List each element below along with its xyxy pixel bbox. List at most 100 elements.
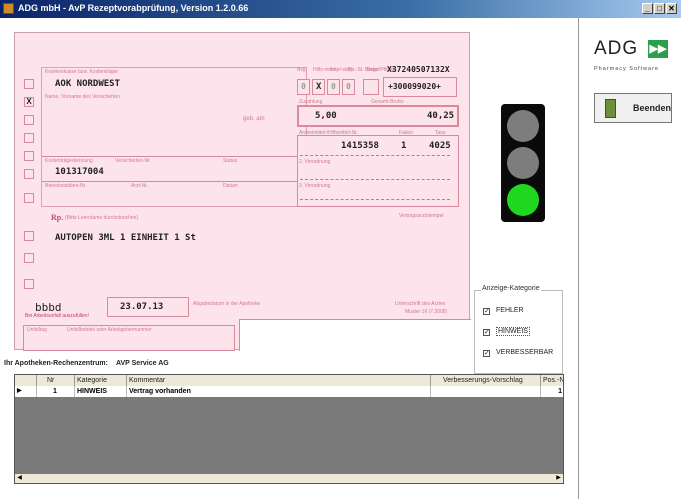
mark-box-2: X <box>312 79 325 95</box>
mark-3: 0 <box>331 82 336 91</box>
prescription-form: X Krankenkasse bzw. Kostenträger AOK NOR… <box>14 32 471 351</box>
app-icon <box>3 3 14 14</box>
maximize-button[interactable]: □ <box>654 3 665 14</box>
arbeitgeber-label: Unfallbetrieb oder Arbeitgebernummer <box>67 327 152 333</box>
medication: AUTOPEN 3ML 1 EINHEIT 1 St <box>55 233 196 243</box>
col-pos[interactable]: Pos.-Nr <box>541 375 563 386</box>
label-verbesserbar: VERBESSERBAR <box>496 349 554 356</box>
side-box-7 <box>24 193 34 203</box>
pzn-value: 1415358 <box>341 141 379 151</box>
rechenzentrum: Ihr Apotheken-Rechenzentrum: AVP Service… <box>4 360 169 367</box>
gross-value: 5,00 <box>315 111 337 121</box>
grid-header: Nr Kategorie Kommentar Verbesserungs-Vor… <box>15 375 563 386</box>
side-box-x: X <box>24 97 34 107</box>
mark-box-1: 0 <box>297 79 310 95</box>
col-marker <box>15 375 37 386</box>
scroll-right-icon[interactable]: ▶ <box>554 474 563 483</box>
lamp-bottom <box>507 184 539 216</box>
lanr-label: Arzt-Nr. <box>131 183 148 189</box>
minimize-button[interactable]: _ <box>642 3 653 14</box>
cell-kommentar: Vertrag vorhanden <box>127 386 431 397</box>
filter-verbesserbar[interactable]: ✓ VERBESSERBAR <box>483 349 553 357</box>
mark-4: 0 <box>346 82 351 91</box>
insurer-label: Krankenkasse bzw. Kostenträger <box>45 69 119 75</box>
stamp-label: Vertragsarztstempel <box>399 213 444 219</box>
rechenzentrum-value: AVP Service AG <box>115 360 169 367</box>
cell-nr: 1 <box>37 386 75 397</box>
rechenzentrum-label: Ihr Apotheken-Rechenzentrum: <box>4 360 108 367</box>
mark-box-4: 0 <box>342 79 355 95</box>
divider <box>42 156 306 157</box>
unterschrift-label: Unterschrift des Arztes <box>395 301 446 307</box>
insurer-value: AOK NORDWEST <box>55 79 121 89</box>
ruler <box>300 155 450 156</box>
side-box-6 <box>24 169 34 179</box>
insured-label: Versicherten-Nr. <box>115 158 151 164</box>
filter-hinweis[interactable]: ✓ HINWEIS <box>483 327 530 336</box>
bvg-label: Bei Arbeitsunfall auszufüllen! <box>25 313 89 319</box>
cell-pos: 1 <box>541 386 563 397</box>
horizontal-scrollbar[interactable]: ◀ ▶ <box>15 474 563 483</box>
beenden-button[interactable]: Beenden <box>594 93 672 123</box>
side-box-5 <box>24 151 34 161</box>
col-kommentar[interactable]: Kommentar <box>127 375 431 386</box>
window-title: ADG mbH - AvP Rezeptvorabprüfung, Versio… <box>18 3 249 13</box>
cell-kategorie: HINWEIS <box>75 386 127 397</box>
checkbox-verbesserbar[interactable]: ✓ <box>483 350 490 357</box>
ver2-label: 2. Verordnung <box>299 159 331 165</box>
checkbox-hinweis[interactable]: ✓ <box>483 329 490 336</box>
scroll-left-icon[interactable]: ◀ <box>15 474 24 483</box>
aut-idem-3[interactable] <box>24 279 34 289</box>
category-filter: Anzeige-Kategorie ✓ FEHLER ✓ HINWEIS ✓ VERB… <box>474 285 563 374</box>
side-box-1 <box>24 79 34 89</box>
col-vorschlag[interactable]: Verbesserungs-Vorschlag <box>431 375 541 386</box>
beenden-label: Beenden <box>633 103 672 113</box>
lamp-top <box>507 110 539 142</box>
checkbox-fehler[interactable]: ✓ <box>483 308 490 315</box>
results-grid[interactable]: Nr Kategorie Kommentar Verbesserungs-Vor… <box>14 374 564 484</box>
form-cutout <box>239 319 471 351</box>
ik-box: +300099020+ <box>383 77 457 97</box>
col-nr[interactable]: Nr <box>37 375 75 386</box>
rx-symbol: Rp. <box>51 213 64 222</box>
price-value: 4025 <box>429 141 451 151</box>
lamp-middle <box>507 147 539 179</box>
total-value: 40,25 <box>427 111 455 121</box>
aut-idem-1[interactable] <box>24 231 34 241</box>
factor-value: 1 <box>401 141 407 151</box>
name-label: Name, Vorname des Versicherten <box>45 94 120 100</box>
cell-vorschlag <box>431 386 541 397</box>
ruler <box>300 199 450 200</box>
mark-2: X <box>316 82 322 92</box>
date-value: 23.07.13 <box>120 302 164 312</box>
status-label: Status <box>223 158 238 164</box>
adg-logo: ADG ▶▶ Pharmacy Software <box>594 38 674 74</box>
mark-1: 0 <box>301 82 306 91</box>
mark-box-5 <box>363 79 379 95</box>
table-row[interactable]: ▶ 1 HINWEIS Vertrag vorhanden 1 <box>15 386 563 397</box>
ver3-label: 3. Verordnung <box>299 183 331 189</box>
main-area: X Krankenkasse bzw. Kostenträger AOK NOR… <box>0 18 681 499</box>
ruler <box>300 179 450 180</box>
top-col-1: Bvg <box>297 67 306 73</box>
filter-fehler[interactable]: ✓ FEHLER <box>483 307 524 315</box>
side-box-4 <box>24 133 34 143</box>
insured-number: 101317004 <box>55 167 104 177</box>
traffic-light <box>501 104 545 222</box>
door-exit-icon <box>605 99 616 118</box>
col-kategorie[interactable]: Kategorie <box>75 375 127 386</box>
close-button[interactable]: ✕ <box>666 3 677 14</box>
logo-arrow-icon: ▶▶ <box>648 40 668 58</box>
muster-label: Muster 16 (7.2008) <box>405 309 448 315</box>
rx-caption: (Bitte Leerräume durchstreichen) <box>65 215 139 221</box>
datum-label: Datum <box>223 183 238 189</box>
title-bar: ADG mbH - AvP Rezeptvorabprüfung, Versio… <box>0 0 681 18</box>
aut-idem-2[interactable] <box>24 253 34 263</box>
arzt-label: Betriebsstätten-Nr. <box>45 183 87 189</box>
ik-number: +300099020+ <box>388 82 441 91</box>
category-legend: Anzeige-Kategorie <box>481 285 541 292</box>
divider <box>42 181 306 182</box>
side-box-3 <box>24 115 34 125</box>
kostentraeger-label: Kostenträgerkennung <box>45 158 93 164</box>
barcode-number: X37240507132X <box>387 65 450 74</box>
